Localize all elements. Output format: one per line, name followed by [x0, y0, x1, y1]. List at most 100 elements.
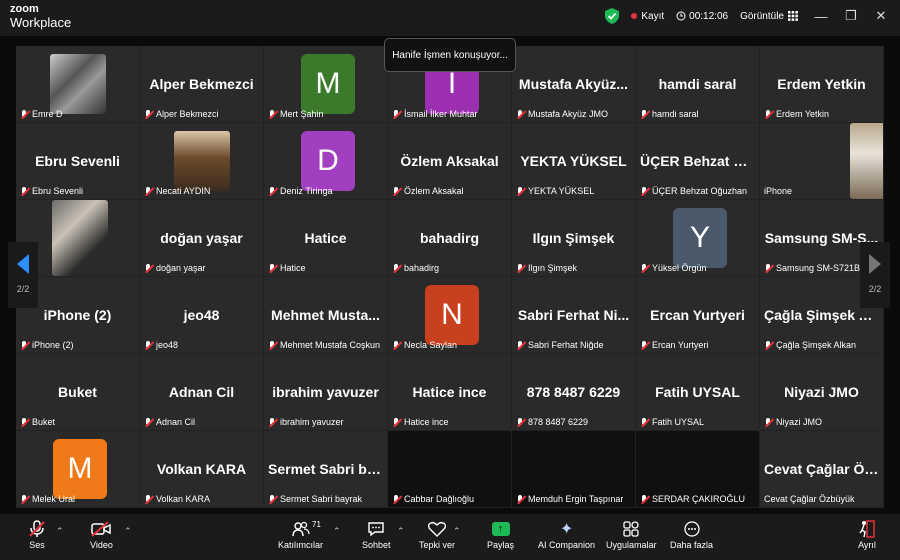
minimize-icon[interactable]: —: [810, 9, 832, 24]
participant-tile[interactable]: Ebru Sevenli Ebru Sevenli: [16, 123, 139, 199]
share-screen-icon: ↑: [491, 522, 510, 536]
participant-name-text: Sermet Sabri bayrak: [280, 494, 363, 504]
next-page-button[interactable]: 2/2: [860, 242, 890, 308]
participant-tile[interactable]: Mustafa Akyüz... Mustafa Akyüz JMO: [512, 46, 635, 122]
mic-muted-icon: [392, 186, 401, 196]
participant-display-name: Adnan Cil: [168, 384, 235, 400]
participant-tile[interactable]: doğan yaşar doğan yaşar: [140, 200, 263, 276]
participant-name-text: Buket: [32, 417, 56, 427]
mic-muted-icon: [764, 109, 773, 119]
participant-tile[interactable]: iPhone: [760, 123, 883, 199]
participant-tile[interactable]: SERDAR ÇAKIROĞLU: [636, 431, 759, 507]
participant-name-label: bahadirg: [392, 263, 439, 273]
participant-display-name: Ercan Yurtyeri: [650, 307, 745, 323]
restore-icon[interactable]: ❐: [840, 8, 862, 24]
participant-tile[interactable]: Volkan KARA Volkan KARA: [140, 431, 263, 507]
video-button[interactable]: Video: [90, 518, 113, 550]
close-icon[interactable]: ✕: [870, 8, 892, 24]
participant-name-label: hamdi saral: [640, 109, 699, 119]
leave-button[interactable]: Ayrıl: [856, 518, 878, 550]
audio-options-chevron-icon[interactable]: ⌃: [56, 526, 64, 537]
title-bar: zoom Workplace Kayıt 00:12:06 Görüntüle …: [0, 0, 900, 36]
participant-name-label: Erdem Yetkin: [764, 109, 829, 119]
participant-tile[interactable]: Necati AYDIN: [140, 123, 263, 199]
participant-tile[interactable]: Y Yüksel Örgün: [636, 200, 759, 276]
participant-tile[interactable]: Cevat Çağlar Öz... Cevat Çağlar Özbüyük: [760, 431, 883, 507]
participant-tile[interactable]: Erdem Yetkin Erdem Yetkin: [760, 46, 883, 122]
participant-photo: [50, 54, 106, 114]
reactions-button[interactable]: Tepki ver: [419, 518, 455, 550]
participant-tile[interactable]: bahadirg bahadirg: [388, 200, 511, 276]
participant-tile[interactable]: Özlem Aksakal Özlem Aksakal: [388, 123, 511, 199]
participant-tile[interactable]: N Necla Saylan: [388, 277, 511, 353]
participants-options-chevron-icon[interactable]: ⌃: [333, 526, 341, 537]
reactions-options-chevron-icon[interactable]: ⌃: [453, 526, 461, 537]
participant-name-label: İsmail İlker Muhtar: [392, 109, 478, 119]
participant-tile[interactable]: Hatice Hatice: [264, 200, 387, 276]
participant-tile[interactable]: YEKTA YÜKSEL YEKTA YÜKSEL: [512, 123, 635, 199]
mic-muted-icon: [764, 417, 773, 427]
video-options-chevron-icon[interactable]: ⌃: [124, 526, 132, 537]
chat-icon: [365, 518, 387, 540]
participant-tile[interactable]: jeo48 jeo48: [140, 277, 263, 353]
participant-tile[interactable]: hamdi saral hamdi saral: [636, 46, 759, 122]
participant-tile[interactable]: M Melek Ural: [16, 431, 139, 507]
participant-name-label: Adnan Cil: [144, 417, 195, 427]
mic-muted-icon: [20, 340, 29, 350]
participant-name-text: Cabbar Dağlıoğlu: [404, 494, 475, 504]
audio-button[interactable]: Ses: [26, 518, 48, 550]
participant-display-name: doğan yaşar: [160, 230, 243, 246]
participant-tile[interactable]: Memduh Ergin Taşpınar: [512, 431, 635, 507]
participant-tile[interactable]: ibrahim yavuzer ibrahim yavuzer: [264, 354, 387, 430]
shield-icon[interactable]: [605, 8, 620, 24]
recording-indicator[interactable]: Kayıt: [631, 11, 664, 22]
participant-name-label: Ercan Yurtyeri: [640, 340, 708, 350]
participant-display-name: jeo48: [183, 307, 220, 323]
participant-tile[interactable]: Cabbar Dağlıoğlu: [388, 431, 511, 507]
participant-tile[interactable]: Fatih UYSAL Fatih UYSAL: [636, 354, 759, 430]
participant-tile[interactable]: Emre D: [16, 46, 139, 122]
participant-name-text: Deniz Tiringa: [280, 186, 333, 196]
chat-options-chevron-icon[interactable]: ⌃: [397, 526, 405, 537]
mic-muted-icon: [516, 340, 525, 350]
participant-display-name: Mustafa Akyüz...: [518, 76, 629, 92]
mic-muted-icon: [144, 417, 153, 427]
participant-display-name: ibrahim yavuzer: [272, 384, 379, 400]
participant-tile[interactable]: Niyazi JMO Niyazi JMO: [760, 354, 883, 430]
gallery-grid: Emre D Alper Bekmezci Alper Bekmezci M Mert …: [16, 46, 884, 508]
apps-icon: [620, 518, 642, 540]
participants-icon: [290, 518, 312, 540]
participant-tile[interactable]: Buket Buket: [16, 354, 139, 430]
participant-tile[interactable]: Ercan Yurtyeri Ercan Yurtyeri: [636, 277, 759, 353]
apps-button[interactable]: Uygulamalar: [606, 518, 657, 550]
participant-tile[interactable]: 878 8487 6229 878 8487 6229: [512, 354, 635, 430]
share-button[interactable]: ↑ Paylaş: [487, 518, 514, 550]
previous-page-button[interactable]: 2/2: [8, 242, 38, 308]
ai-companion-button[interactable]: ✦ AI Companion: [538, 518, 595, 550]
participant-tile[interactable]: Hatice ince Hatice ince: [388, 354, 511, 430]
participant-name-label: ÜÇER Behzat Oğuzhan: [640, 186, 747, 196]
participant-name-text: Mert Şahin: [280, 109, 324, 119]
view-button[interactable]: Görüntüle: [740, 11, 798, 22]
participant-name-label: Mehmet Mustafa Coşkun: [268, 340, 380, 350]
participant-tile[interactable]: D Deniz Tiringa: [264, 123, 387, 199]
participant-tile[interactable]: Ilgın Şimşek Ilgın Şimşek: [512, 200, 635, 276]
more-button[interactable]: Daha fazla: [670, 518, 713, 550]
participant-tile[interactable]: M Mert Şahin: [264, 46, 387, 122]
participant-name-text: iPhone: [764, 186, 793, 196]
participant-name-label: SERDAR ÇAKIROĞLU: [640, 494, 745, 504]
participant-tile[interactable]: Mehmet Musta... Mehmet Mustafa Coşkun: [264, 277, 387, 353]
chat-button[interactable]: Sohbet: [362, 518, 391, 550]
participant-name-label: Ebru Sevenli: [20, 186, 83, 196]
participant-tile[interactable]: Adnan Cil Adnan Cil: [140, 354, 263, 430]
mic-muted-icon: [516, 417, 525, 427]
participant-tile[interactable]: Sermet Sabri ba... Sermet Sabri bayrak: [264, 431, 387, 507]
timer-text: 00:12:06: [689, 10, 729, 22]
meeting-timer[interactable]: 00:12:06: [676, 11, 728, 22]
participants-button[interactable]: 71 Katılımcılar: [278, 518, 323, 550]
participant-tile[interactable]: Sabri Ferhat Ni... Sabri Ferhat Niğde: [512, 277, 635, 353]
participant-tile[interactable]: ÜÇER Behzat O... ÜÇER Behzat Oğuzhan: [636, 123, 759, 199]
participant-tile[interactable]: Alper Bekmezci Alper Bekmezci: [140, 46, 263, 122]
participant-name-text: Çağla Şimşek Alkan: [776, 340, 857, 350]
participant-name-label: doğan yaşar: [144, 263, 206, 273]
